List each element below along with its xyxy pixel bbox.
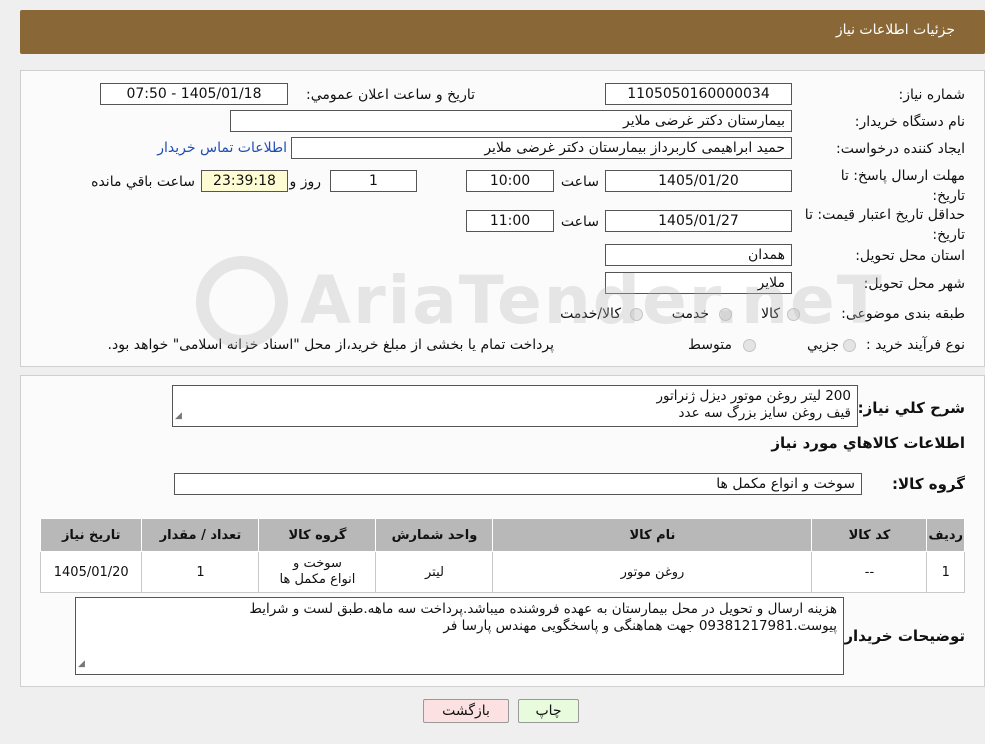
description-line-2: قیف روغن سایز بزرگ سه عدد <box>678 405 851 421</box>
province-field: همدان <box>605 244 792 266</box>
goods-table: ردیف کد کالا نام کالا واحد شمارش گروه کا… <box>39 518 965 593</box>
col-row: ردیف <box>926 518 965 552</box>
cell-unit: لیتر <box>375 551 494 593</box>
process-radio-small[interactable] <box>843 339 856 352</box>
table-header-row: ردیف کد کالا نام کالا واحد شمارش گروه کا… <box>39 518 965 552</box>
buyer-notes-textarea[interactable]: هزینه ارسال و تحویل در محل بیمارستان به … <box>75 597 844 675</box>
deadline-time-label: ساعت <box>560 174 599 190</box>
description-label: شرح کلي نیاز: <box>857 399 965 417</box>
description-textarea[interactable]: 200 لیتر روغن موتور دیزل ژنراتور قیف روغ… <box>172 385 858 427</box>
col-date: تاریخ نیاز <box>39 518 143 552</box>
back-button[interactable]: بازگشت <box>423 699 509 723</box>
process-option-small: جزیي <box>807 337 839 353</box>
remaining-time-field: 23:39:18 <box>201 170 288 192</box>
buyer-org-field: بیمارستان دکتر غرضی ملایر <box>230 110 792 132</box>
process-radio-medium[interactable] <box>743 339 756 352</box>
col-code: کد کالا <box>811 518 928 552</box>
goods-group-field: سوخت و انواع مکمل ها <box>174 473 862 495</box>
need-number-field: 1105050160000034 <box>605 83 792 105</box>
cell-date: 1405/01/20 <box>39 551 143 593</box>
table-row: 1 -- روغن موتور لیتر سوخت و انواع مکمل ه… <box>39 551 965 593</box>
city-field: ملایر <box>605 272 792 294</box>
buyer-notes-line-2: پیوست.09381217981 جهت هماهنگی و پاسخگویی… <box>443 618 837 634</box>
creator-field: حمید ابراهیمی کاربرداز بیمارستان دکتر غر… <box>291 137 792 159</box>
validity-label: حداقل تاریخ اعتبار قیمت: تا تاریخ: <box>804 207 965 243</box>
buyer-org-label: نام دستگاه خریدار: <box>854 114 965 130</box>
announce-label: تاریخ و ساعت اعلان عمومي: <box>306 87 475 103</box>
province-label: استان محل تحویل: <box>855 248 965 264</box>
category-label: طبقه بندی موضوعی: <box>841 306 965 322</box>
category-radio-goods[interactable] <box>787 308 800 321</box>
process-label: نوع فرآیند خرید : <box>866 337 965 353</box>
page-header: جزئیات اطلاعات نیاز <box>20 10 985 54</box>
process-note: پرداخت تمام یا بخشی از مبلغ خرید،از محل … <box>107 337 554 353</box>
goods-group-label: گروه کالا: <box>892 475 965 493</box>
print-button[interactable]: چاپ <box>518 699 579 723</box>
validity-time-label: ساعت <box>560 214 599 230</box>
buyer-notes-label: توضیحات خریدار: <box>838 627 965 645</box>
cell-code: -- <box>811 551 928 593</box>
days-field: 1 <box>330 170 417 192</box>
deadline-date-field: 1405/01/20 <box>605 170 792 192</box>
cell-name: روغن موتور <box>492 551 813 593</box>
category-option-service: خدمت <box>671 306 709 322</box>
goods-info-title: اطلاعات کالاهاي مورد نیاز <box>771 434 965 452</box>
resize-grip-icon[interactable]: ◢ <box>175 408 182 425</box>
category-option-goods: کالا <box>761 306 780 322</box>
col-group: گروه کالا <box>258 518 377 552</box>
validity-date-field: 1405/01/27 <box>605 210 792 232</box>
resize-grip-icon[interactable]: ◢ <box>78 656 85 673</box>
category-option-both: کالا/خدمت <box>560 306 621 322</box>
buyer-notes-line-1: هزینه ارسال و تحویل در محل بیمارستان به … <box>249 601 837 617</box>
city-label: شهر محل تحویل: <box>863 276 965 292</box>
description-line-1: 200 لیتر روغن موتور دیزل ژنراتور <box>656 388 851 404</box>
col-unit: واحد شمارش <box>375 518 494 552</box>
category-radio-service[interactable] <box>719 308 732 321</box>
cell-qty: 1 <box>141 551 260 593</box>
page-title: جزئیات اطلاعات نیاز <box>835 22 955 38</box>
validity-time-field: 11:00 <box>466 210 554 232</box>
cell-group: سوخت و انواع مکمل ها <box>258 551 377 593</box>
need-number-label: شماره نیاز: <box>898 87 966 103</box>
announce-field: 1405/01/18 - 07:50 <box>100 83 288 105</box>
deadline-label: مهلت ارسال پاسخ: تا تاریخ: <box>840 168 965 204</box>
creator-label: ایجاد کننده درخواست: <box>836 141 965 157</box>
cell-row: 1 <box>926 551 965 593</box>
days-label: روز و <box>289 174 322 190</box>
buyer-contact-link[interactable]: اطلاعات تماس خریدار <box>157 140 287 156</box>
process-option-medium: متوسط <box>688 337 732 353</box>
category-radio-both[interactable] <box>630 308 643 321</box>
deadline-time-field: 10:00 <box>466 170 554 192</box>
col-qty: تعداد / مقدار <box>141 518 260 552</box>
remaining-label: ساعت باقي مانده <box>91 174 195 190</box>
col-name: نام کالا <box>492 518 813 552</box>
